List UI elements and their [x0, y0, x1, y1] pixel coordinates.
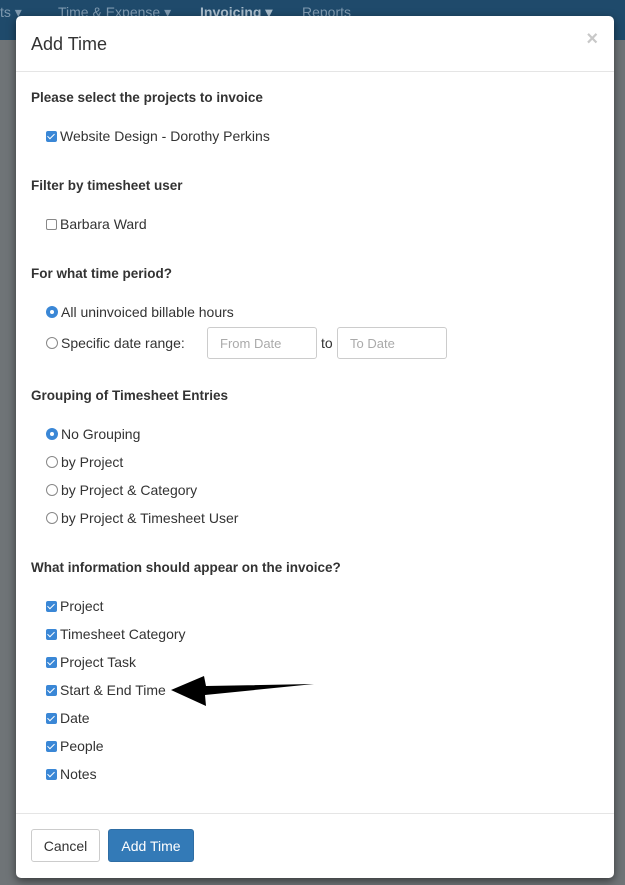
cancel-button[interactable]: Cancel	[31, 829, 100, 862]
add-time-modal: Add Time × Please select the projects to…	[16, 16, 614, 878]
annotation-arrow-icon	[171, 676, 314, 706]
add-time-button[interactable]: Add Time	[108, 829, 194, 862]
footer-divider	[16, 813, 614, 814]
